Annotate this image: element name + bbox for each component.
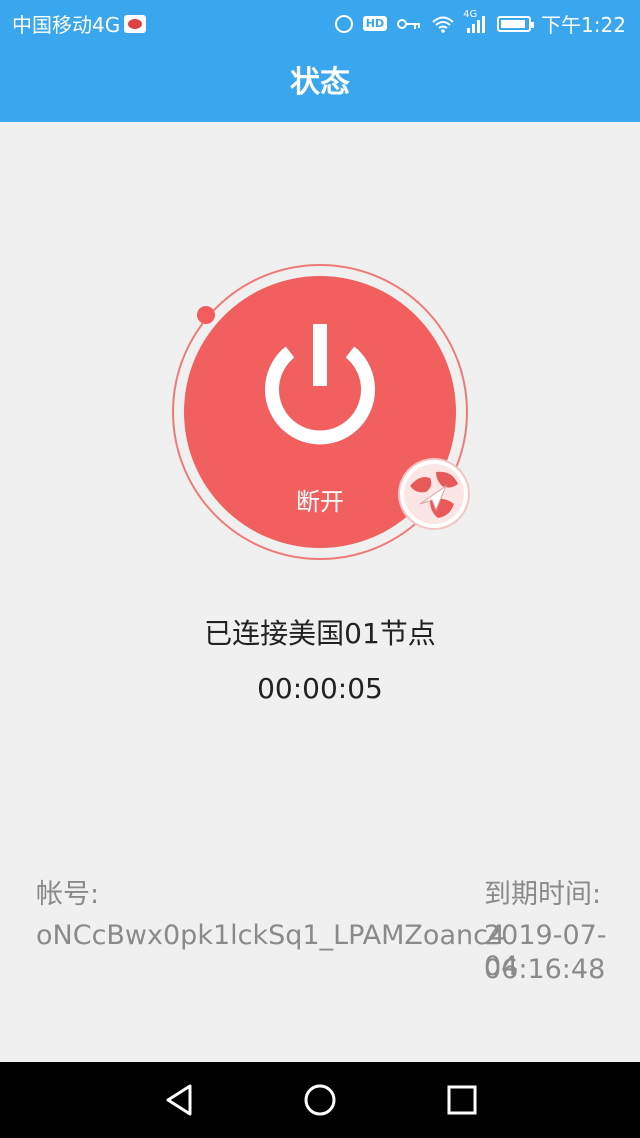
signal-icon [467,15,486,33]
cellular-indicator: 4G [463,9,487,33]
power-icon [265,324,375,445]
battery-icon [497,15,535,32]
home-icon[interactable] [298,1078,342,1122]
connection-timer: 00:00:05 [257,672,383,705]
sina-icon [124,14,147,33]
account-value: oNCcBwx0pk1lckSq1_LPAMZoanc4 [36,920,506,951]
wifi-icon [432,16,454,33]
clock-label: 下午1:22 [541,13,626,37]
globe-icon [400,460,468,528]
key-icon [397,18,421,29]
account-label: 帐号: [36,879,100,910]
back-icon[interactable] [158,1078,202,1122]
navigation-bar [0,1062,640,1138]
recent-apps-icon[interactable] [440,1078,484,1122]
hd-icon: HD [362,16,388,31]
status-bar-right: HD 4G 下午1:22 [334,9,626,38]
connection-status: 已连接美国01节点 [204,617,436,650]
page-title: 状态 [0,44,640,122]
expiry-label: 到期时间: [484,879,602,910]
status-bar: 中国移动4G HD 4G 下午1:22 [0,0,640,44]
carrier-label: 中国移动4G [12,13,121,37]
ring-indicator-dot [197,306,215,324]
expiry-time: 06:16:48 [484,954,606,985]
status-bar-left: 中国移动4G [12,9,147,38]
alarm-icon [334,14,353,33]
